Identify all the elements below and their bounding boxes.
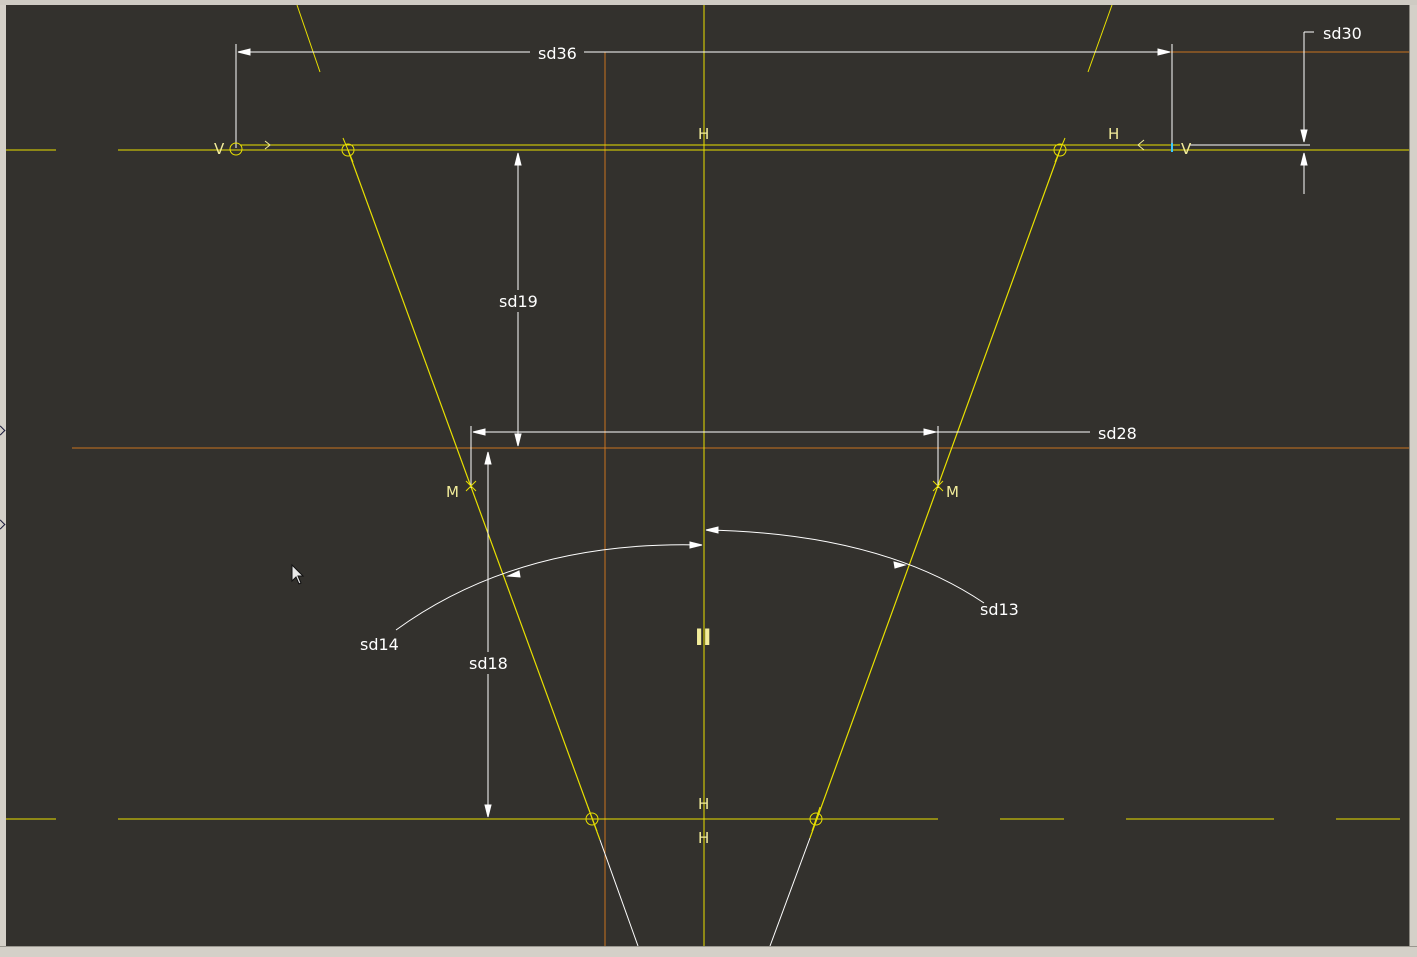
sketch-graphics[interactable]: sd36 sd30 sd19 sd28 sd18 sd14 sd13 V V H…: [6, 5, 1409, 946]
dimension-sd28-label[interactable]: sd28: [1098, 424, 1137, 443]
window-bottom-border: [0, 946, 1417, 957]
dimension-sd36-label[interactable]: sd36: [538, 44, 577, 63]
mouse-cursor-icon: [291, 563, 305, 585]
dimension-sd14-label[interactable]: sd14: [360, 635, 399, 654]
left-expand-arrow-icon[interactable]: [0, 425, 6, 436]
constraint-horizontal-label[interactable]: H: [698, 125, 709, 143]
left-collapse-arrow-icon[interactable]: [0, 519, 6, 530]
sketch-canvas[interactable]: sd36 sd30 sd19 sd28 sd18 sd14 sd13 V V H…: [6, 5, 1409, 946]
constraint-horizontal-label[interactable]: H: [698, 795, 709, 813]
constraint-vertical-label[interactable]: V: [1181, 140, 1192, 158]
sketch-point[interactable]: [336, 137, 360, 163]
constraint-parallel-label[interactable]: II: [695, 626, 711, 651]
dimension-sd30-label[interactable]: sd30: [1323, 24, 1362, 43]
dimension-sd13-label[interactable]: sd13: [980, 600, 1019, 619]
constraint-horizontal-label[interactable]: H: [1108, 125, 1119, 143]
dimension-sd30-graphics[interactable]: [1300, 31, 1314, 194]
dimension-sd18-graphics[interactable]: [484, 451, 492, 818]
left-slanted-line[interactable]: [347, 149, 601, 841]
constraint-midpoint-label[interactable]: M: [946, 483, 959, 501]
dimension-sd28-graphics[interactable]: [470, 426, 1090, 488]
dimension-sd18-label[interactable]: sd18: [469, 654, 508, 673]
sketch-point[interactable]: [1048, 137, 1072, 163]
right-slanted-line-extension: [769, 837, 811, 946]
sketch-point[interactable]: [580, 806, 604, 832]
constraint-horizontal-label[interactable]: H: [698, 829, 709, 847]
constraint-vertical-label[interactable]: V: [214, 140, 225, 158]
dimension-sd14-graphics[interactable]: [395, 541, 703, 631]
constraint-midpoint-label[interactable]: M: [446, 483, 459, 501]
right-panel-edge: [1409, 5, 1417, 946]
sketch-point[interactable]: [804, 806, 828, 832]
reference-lines: [72, 51, 1409, 946]
construction-line-left[interactable]: [296, 5, 321, 73]
right-slanted-line[interactable]: [809, 149, 1061, 839]
left-slanted-line-extension: [599, 839, 639, 946]
dimension-sd19-label[interactable]: sd19: [499, 292, 538, 311]
dimension-sd13-graphics[interactable]: [705, 526, 985, 604]
construction-line-right[interactable]: [1087, 5, 1113, 73]
